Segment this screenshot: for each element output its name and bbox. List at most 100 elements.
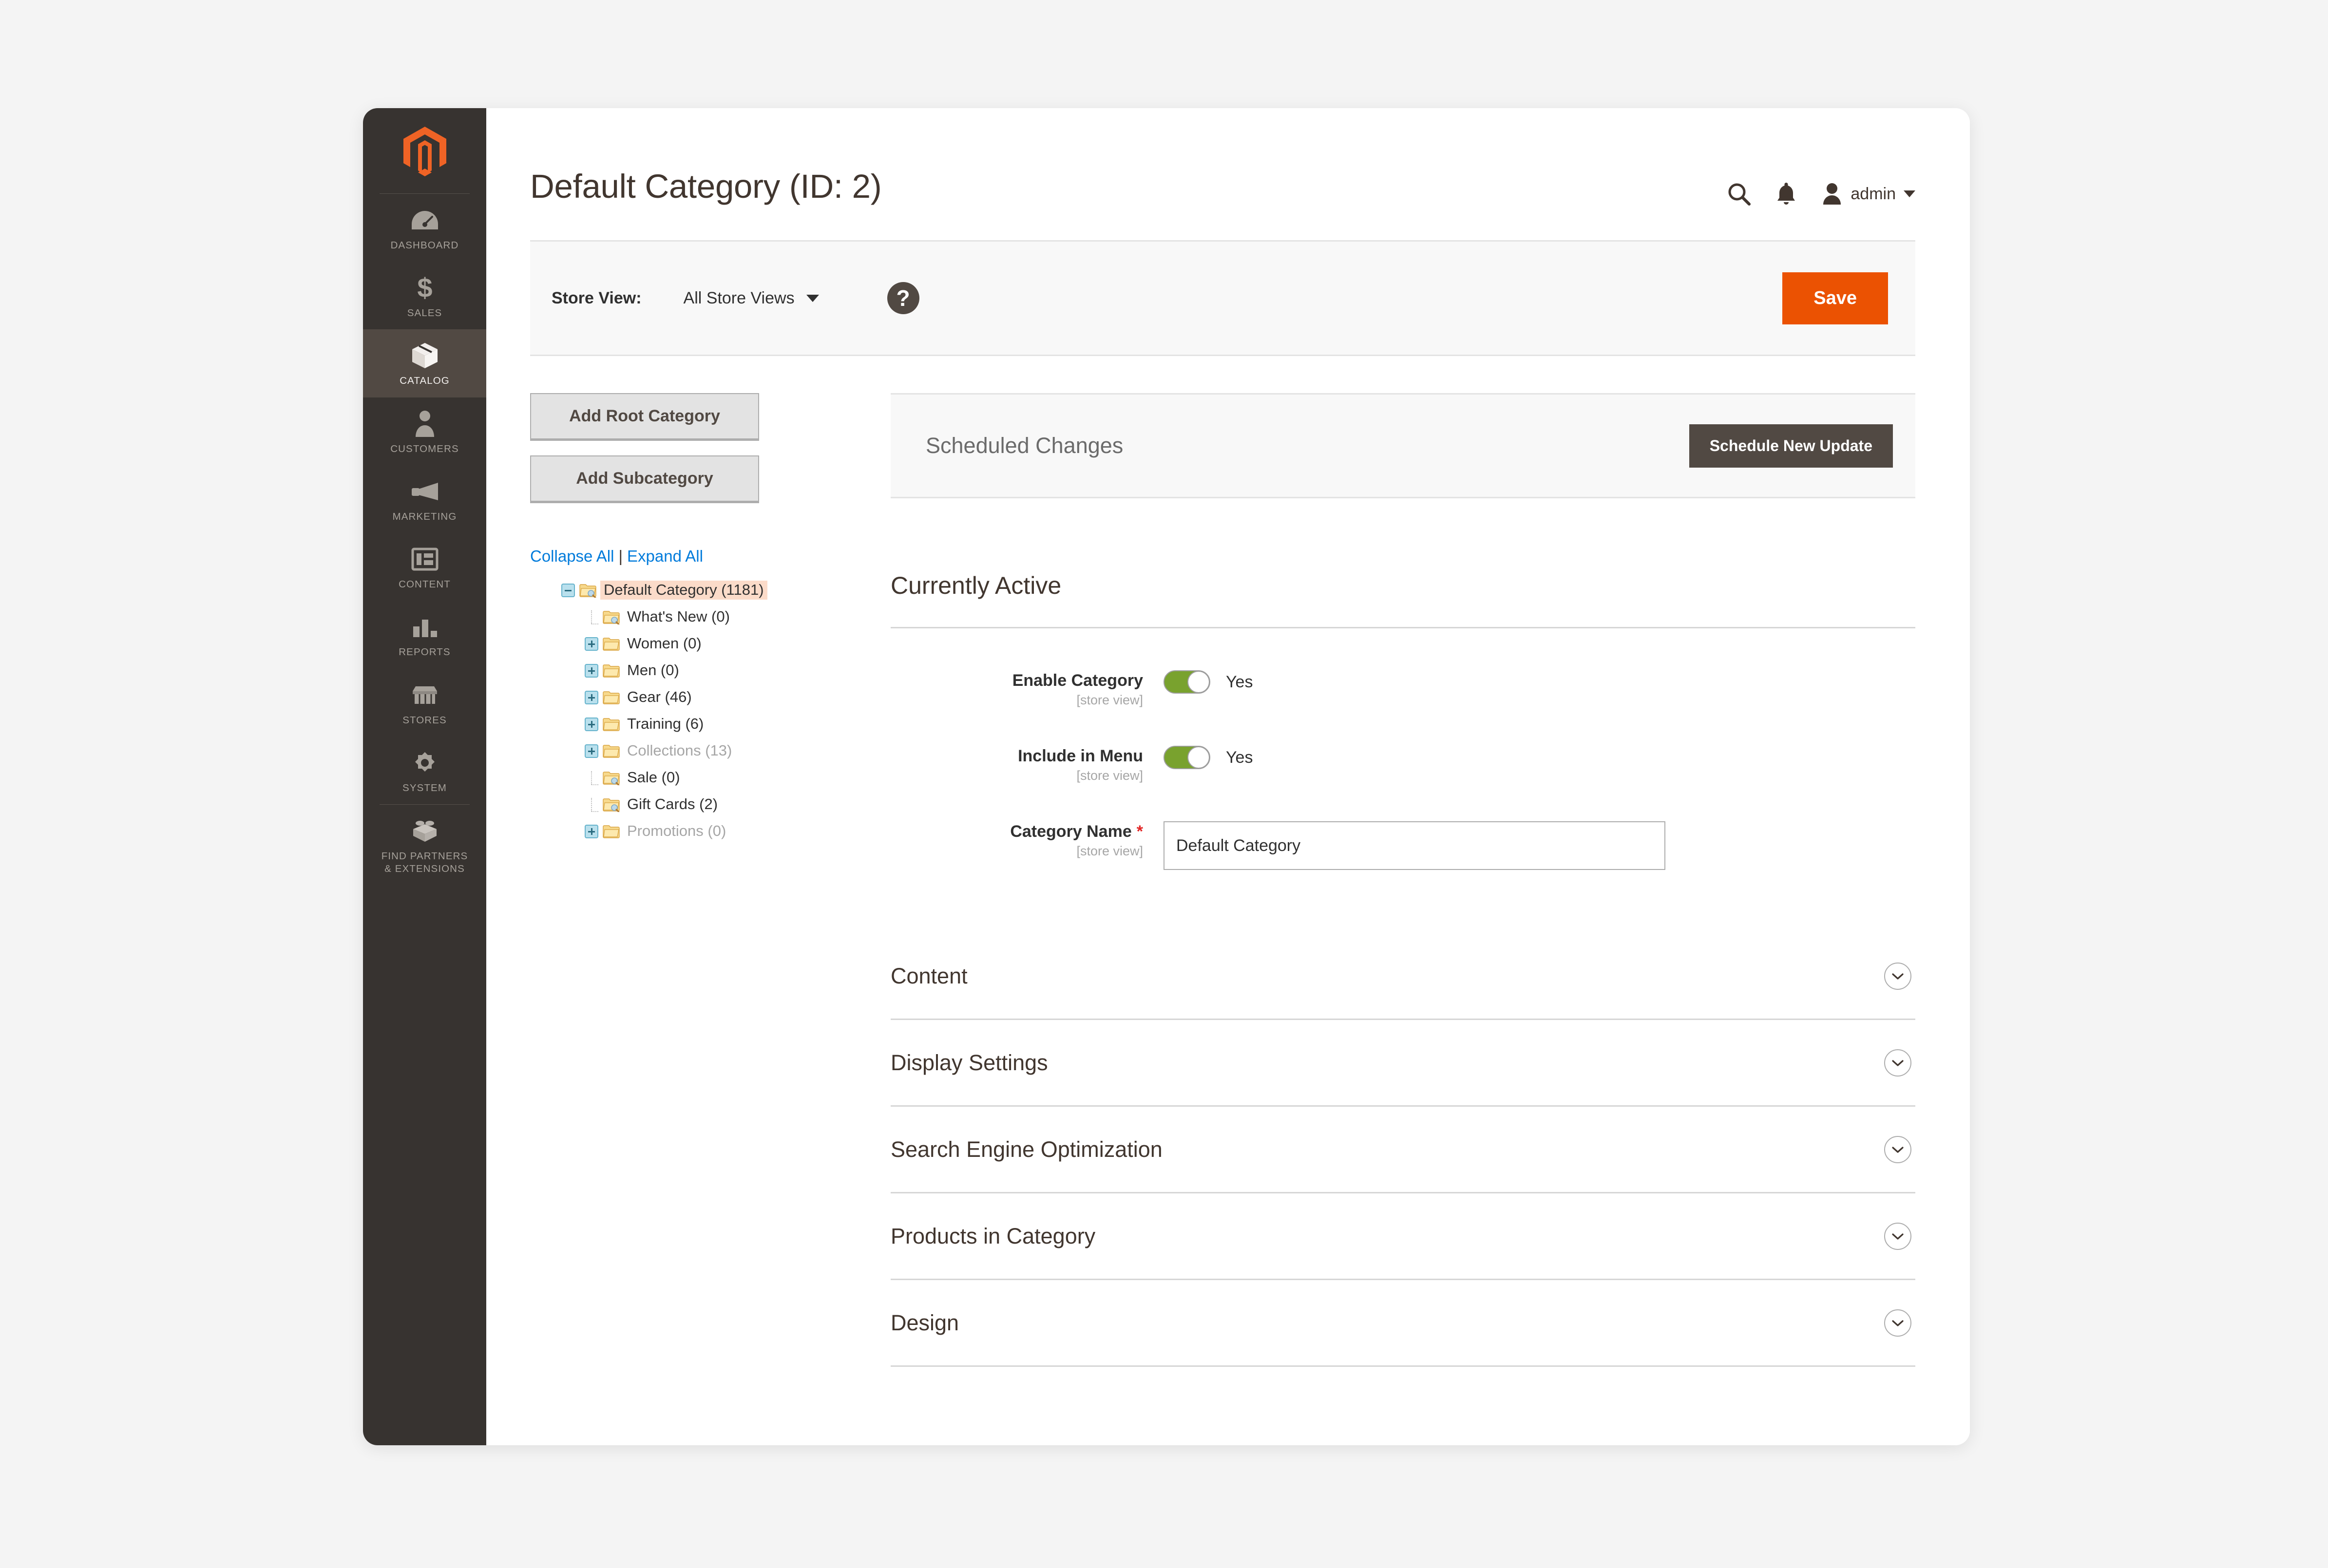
question-mark-icon[interactable]: ? [887,282,919,314]
gear-icon [366,747,483,778]
sidebar-item-content[interactable]: CONTENT [363,533,486,601]
sidebar-item-customers[interactable]: CUSTOMERS [363,397,486,465]
tree-item-label: Default Category (1181) [600,580,767,600]
field-label: Include in Menu [store view] [891,745,1164,783]
tree-item-default-category-1181[interactable]: Default Category (1181) [561,577,891,604]
admin-name-label: admin [1851,184,1896,203]
tree-expand-icon[interactable] [585,637,598,651]
sidebar-item-reports[interactable]: REPORTS [363,601,486,668]
tree-item-training-6[interactable]: Training (6) [585,711,891,737]
bar-chart-icon [366,611,483,642]
section-display-settings[interactable]: Display Settings [891,1020,1915,1107]
sidebar-item-label: REPORTS [399,646,451,658]
section-search-engine-optimization[interactable]: Search Engine Optimization [891,1107,1915,1194]
section-products-in-category[interactable]: Products in Category [891,1193,1915,1281]
store-view-label: Store View: [552,288,642,307]
section-design[interactable]: Design [891,1280,1915,1367]
tree-item-label: Collections (13) [627,741,732,759]
folder-search-icon [579,583,597,598]
chevron-down-icon[interactable] [1884,1049,1911,1077]
sidebar-item-stores[interactable]: STORES [363,669,486,737]
find-partners-line2: & EXTENSIONS [384,863,465,875]
tree-item-label: Sale (0) [627,768,680,786]
tree-controls: Collapse All | Expand All [530,548,891,564]
scheduled-changes-panel: Scheduled Changes Schedule New Update [891,393,1915,498]
sidebar-item-label: CONTENT [399,579,451,590]
tree-item-promotions-0[interactable]: Promotions (0) [585,818,891,845]
find-partners-line1: FIND PARTNERS [381,850,468,862]
store-view-bar: Store View: All Store Views ? Save [530,240,1915,356]
folder-search-icon [603,771,620,786]
tree-collapse-icon[interactable] [561,583,575,597]
add-subcategory-button[interactable]: Add Subcategory [530,455,759,503]
tree-item-label: Men (0) [627,661,679,679]
tree-item-gear-46[interactable]: Gear (46) [585,684,891,711]
section-content[interactable]: Content [891,933,1915,1020]
enable-category-toggle[interactable] [1164,670,1210,694]
tree-item-label: Promotions (0) [627,822,726,839]
tree-item-men-0[interactable]: Men (0) [585,657,891,684]
tree-item-gift-cards-2[interactable]: Gift Cards (2) [585,791,891,818]
field-label: Category Name * [store view] [891,820,1164,859]
tree-expand-icon[interactable] [585,717,598,731]
tree-item-what-s-new-0[interactable]: What's New (0) [585,604,891,630]
megaphone-icon [366,476,483,507]
sidebar-item-sales[interactable]: $ SALES [363,262,486,329]
schedule-new-update-button[interactable]: Schedule New Update [1689,424,1893,468]
category-name-input[interactable] [1164,821,1665,870]
chevron-down-icon[interactable] [1884,1135,1911,1163]
sidebar-item-system[interactable]: SYSTEM [363,737,486,804]
field-label-text: Include in Menu [1018,747,1143,766]
sidebar-item-catalog[interactable]: CATALOG [363,329,486,397]
field-scope: [store view] [1076,768,1143,783]
currently-active-title: Currently Active [891,572,1062,599]
toggle-knob [1187,671,1210,693]
field-label-inner: Category Name [1010,822,1132,841]
tree-item-label: Gear (46) [627,688,692,705]
section-title: Design [891,1310,959,1335]
tree-expand-icon[interactable] [585,824,598,838]
sidebar-item-find-partners[interactable]: FIND PARTNERS & EXTENSIONS [363,805,486,885]
sidebar-item-dashboard[interactable]: DASHBOARD [363,194,486,262]
tree-expand-icon[interactable] [585,690,598,704]
bell-icon[interactable] [1775,181,1797,207]
tree-item-collections-13[interactable]: Collections (13) [585,737,891,764]
section-title: Search Engine Optimization [891,1136,1163,1162]
field-enable-category: Enable Category [store view] Yes [891,669,1915,708]
sidebar-item-marketing[interactable]: MARKETING [363,465,486,533]
chevron-down-icon[interactable] [1884,1309,1911,1337]
tree-item-label: Gift Cards (2) [627,795,718,812]
person-icon [366,408,483,439]
tree-expand-icon[interactable] [585,663,598,678]
sidebar-item-label: DASHBOARD [390,240,459,251]
storefront-awning-icon [366,680,483,711]
folder-icon [603,744,620,758]
include-in-menu-toggle[interactable] [1164,746,1210,770]
admin-menu[interactable]: admin [1821,182,1915,206]
field-include-in-menu: Include in Menu [store view] Yes [891,745,1915,783]
tree-item-sale-0[interactable]: Sale (0) [585,764,891,791]
expand-all-link[interactable]: Expand All [627,547,703,565]
folder-icon [603,663,620,678]
collapse-all-link[interactable]: Collapse All [530,547,614,565]
tree-item-women-0[interactable]: Women (0) [585,630,891,657]
category-detail-panel: Scheduled Changes Schedule New Update Cu… [891,393,1915,1367]
page-header: Default Category (ID: 2) admin [486,108,1970,207]
sidebar-item-label: SYSTEM [402,782,447,793]
tree-expand-icon[interactable] [585,744,598,758]
section-title: Products in Category [891,1223,1096,1248]
chevron-down-icon[interactable] [1884,962,1911,990]
page-title: Default Category (ID: 2) [530,168,882,205]
magento-logo[interactable] [363,108,486,193]
add-root-category-button[interactable]: Add Root Category [530,393,759,441]
header-tools: admin [1727,181,1915,207]
sidebar-item-label: CATALOG [400,375,450,387]
magento-logo-icon [403,126,446,176]
field-category-name: Category Name * [store view] [891,820,1915,870]
store-view-select[interactable]: All Store Views [684,289,819,308]
save-button[interactable]: Save [1782,272,1888,324]
folder-icon [603,637,620,651]
search-icon[interactable] [1727,182,1751,206]
chevron-down-icon[interactable] [1884,1222,1911,1250]
sidebar-item-label: CUSTOMERS [390,443,459,454]
